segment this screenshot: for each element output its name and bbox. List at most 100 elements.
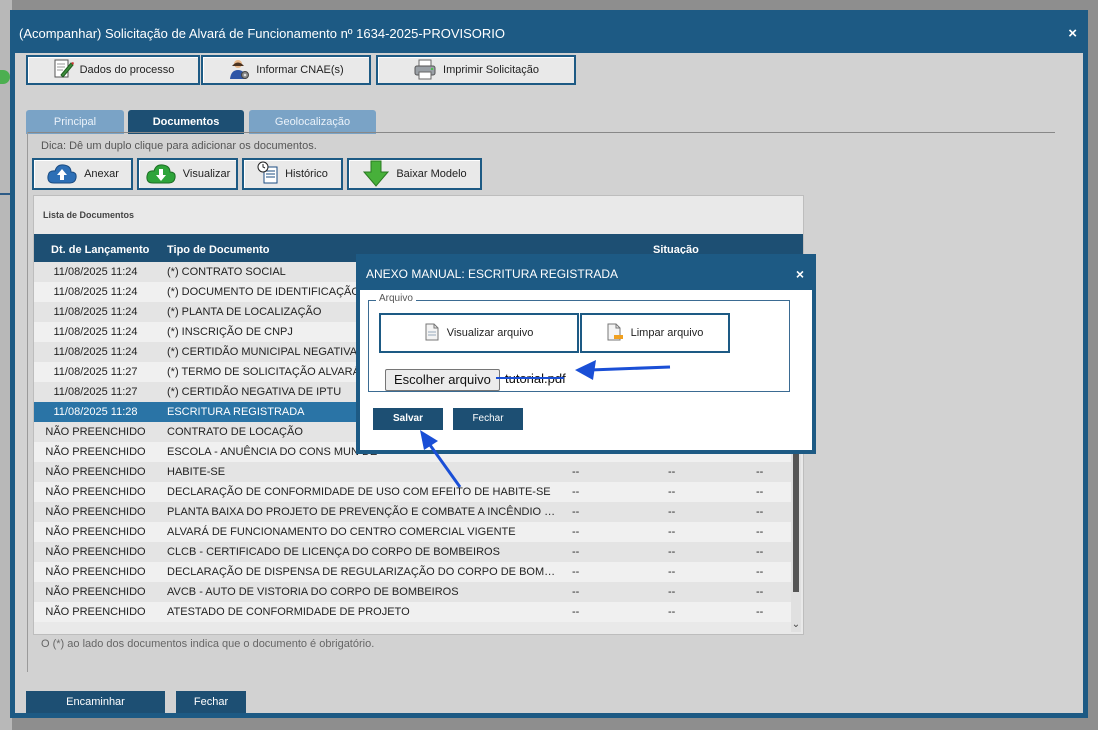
edit-document-icon [52, 58, 74, 83]
row-date: NÃO PREENCHIDO [45, 506, 146, 518]
encaminhar-button[interactable]: Encaminhar [26, 691, 165, 713]
row-type: PLANTA BAIXA DO PROJETO DE PREVENÇÃO E C… [167, 506, 562, 518]
dialog-fechar-button[interactable]: Fechar [453, 408, 523, 430]
anexar-button[interactable]: Anexar [32, 158, 133, 190]
window-titlebar: (Acompanhar) Solicitação de Alvará de Fu… [15, 15, 1083, 53]
row-date: NÃO PREENCHIDO [45, 446, 146, 458]
row-col-c: -- [756, 506, 764, 518]
row-col-b: -- [668, 566, 676, 578]
documents-panel-title: Lista de Documentos [43, 210, 135, 220]
row-date: NÃO PREENCHIDO [45, 566, 146, 578]
tab-divider [27, 132, 1055, 133]
visualizar-label: Visualizar [182, 168, 231, 180]
file-clear-icon [607, 323, 623, 344]
imprimir-solicitacao-button[interactable]: Imprimir Solicitação [376, 55, 576, 85]
table-row[interactable]: NÃO PREENCHIDO PLANTA BAIXA DO PROJETO DE… [34, 502, 791, 522]
table-row[interactable]: NÃO PREENCHIDO AVCB - AUTO DE VISTORIA DO… [34, 582, 791, 602]
row-date: 11/08/2025 11:27 [53, 366, 138, 378]
selected-file-name: tutorial.pdf [505, 371, 566, 386]
row-col-b: -- [668, 586, 676, 598]
row-type: CLCB - CERTIFICADO DE LICENÇA DO CORPO D… [167, 546, 500, 558]
row-col-a: -- [572, 506, 580, 518]
scroll-down-icon[interactable]: ⌄ [791, 618, 801, 632]
row-date: 11/08/2025 11:24 [53, 346, 138, 358]
header-type: Tipo de Documento [167, 244, 270, 256]
row-date: 11/08/2025 11:24 [53, 286, 138, 298]
window-title: (Acompanhar) Solicitação de Alvará de Fu… [19, 26, 506, 41]
row-col-a: -- [572, 466, 580, 478]
dialog-body: Arquivo Visualizar arquivo Limpar arquiv… [360, 290, 812, 450]
row-type: DECLARAÇÃO DE CONFORMIDADE DE USO COM EF… [167, 486, 551, 498]
fechar-button[interactable]: Fechar [176, 691, 246, 713]
row-type: ALVARÁ DE FUNCIONAMENTO DO CENTRO COMERC… [167, 526, 516, 538]
row-col-a: -- [572, 526, 580, 538]
row-col-c: -- [756, 566, 764, 578]
row-col-c: -- [756, 526, 764, 538]
dialog-title: ANEXO MANUAL: ESCRITURA REGISTRADA [366, 267, 619, 281]
table-row[interactable]: NÃO PREENCHIDO CLCB - CERTIFICADO DE LICE… [34, 542, 791, 562]
row-col-c: -- [756, 606, 764, 618]
window-close-icon[interactable]: × [1068, 15, 1077, 53]
row-col-c: -- [756, 586, 764, 598]
historico-button[interactable]: Histórico [242, 158, 343, 190]
anexar-label: Anexar [84, 168, 119, 180]
visualizar-button[interactable]: Visualizar [137, 158, 238, 190]
row-col-b: -- [668, 506, 676, 518]
row-col-b: -- [668, 486, 676, 498]
file-icon [425, 323, 439, 344]
row-date: NÃO PREENCHIDO [45, 426, 146, 438]
table-row[interactable]: NÃO PREENCHIDO ATESTADO DE CONFORMIDADE D… [34, 602, 791, 622]
row-type: AVCB - AUTO DE VISTORIA DO CORPO DE BOMB… [167, 586, 459, 598]
row-type: DECLARAÇÃO DE DISPENSA DE REGULARIZAÇÃO … [167, 566, 562, 578]
user-gear-icon [228, 58, 250, 83]
header-date: Dt. de Lançamento [51, 244, 150, 256]
cloud-upload-icon [46, 161, 78, 188]
hint-text: Dica: Dê um duplo clique para adicionar … [41, 140, 317, 152]
tab-documentos[interactable]: Documentos [128, 110, 244, 134]
row-date: 11/08/2025 11:24 [53, 266, 138, 278]
visualizar-arquivo-label: Visualizar arquivo [446, 327, 534, 339]
dados-processo-button[interactable]: Dados do processo [26, 55, 200, 85]
row-col-c: -- [756, 546, 764, 558]
mandatory-note: O (*) ao lado dos documentos indica que … [41, 638, 375, 650]
printer-icon [413, 58, 437, 83]
visualizar-arquivo-button[interactable]: Visualizar arquivo [379, 313, 579, 353]
row-date: NÃO PREENCHIDO [45, 526, 146, 538]
table-row[interactable]: NÃO PREENCHIDO ALVARÁ DE FUNCIONAMENTO DO… [34, 522, 791, 542]
row-date: NÃO PREENCHIDO [45, 486, 146, 498]
table-row[interactable]: NÃO PREENCHIDO HABITE-SE -- -- -- [34, 462, 791, 482]
dados-processo-label: Dados do processo [79, 64, 175, 76]
row-col-b: -- [668, 526, 676, 538]
historico-label: Histórico [285, 168, 328, 180]
table-row[interactable]: NÃO PREENCHIDO DECLARAÇÃO DE CONFORMIDADE… [34, 482, 791, 502]
dialog-close-icon[interactable]: × [796, 254, 804, 294]
row-col-b: -- [668, 606, 676, 618]
cloud-download-icon [145, 161, 177, 188]
tab-principal[interactable]: Principal [26, 110, 124, 134]
row-type: HABITE-SE [167, 466, 226, 478]
row-date: NÃO PREENCHIDO [45, 586, 146, 598]
row-col-b: -- [668, 466, 676, 478]
imprimir-solicitacao-label: Imprimir Solicitação [443, 64, 539, 76]
table-row[interactable]: NÃO PREENCHIDO DECLARAÇÃO DE DISPENSA DE … [34, 562, 791, 582]
row-col-c: -- [756, 486, 764, 498]
limpar-arquivo-button[interactable]: Limpar arquivo [580, 313, 730, 353]
tab-geolocalizacao[interactable]: Geolocalização [249, 110, 376, 134]
history-document-icon [257, 161, 279, 188]
arquivo-fieldset: Arquivo Visualizar arquivo Limpar arquiv… [368, 293, 790, 392]
informar-cnae-button[interactable]: Informar CNAE(s) [201, 55, 371, 85]
dialog-header: ANEXO MANUAL: ESCRITURA REGISTRADA × [356, 254, 816, 290]
row-date: 11/08/2025 11:24 [53, 326, 138, 338]
row-col-b: -- [668, 546, 676, 558]
choose-file-button[interactable]: Escolher arquivo [385, 369, 500, 391]
baixar-modelo-label: Baixar Modelo [396, 168, 467, 180]
anexo-manual-dialog: ANEXO MANUAL: ESCRITURA REGISTRADA × Arq… [356, 254, 816, 454]
row-type: ATESTADO DE CONFORMIDADE DE PROJETO [167, 606, 410, 618]
salvar-button[interactable]: Salvar [373, 408, 443, 430]
baixar-modelo-button[interactable]: Baixar Modelo [347, 158, 482, 190]
row-date: NÃO PREENCHIDO [45, 546, 146, 558]
row-col-a: -- [572, 606, 580, 618]
row-col-a: -- [572, 486, 580, 498]
row-col-a: -- [572, 586, 580, 598]
informar-cnae-label: Informar CNAE(s) [256, 64, 344, 76]
